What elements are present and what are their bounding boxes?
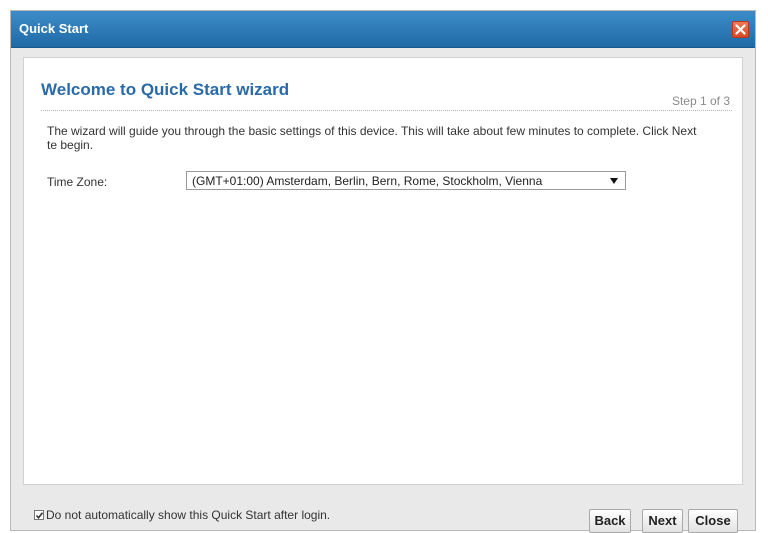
back-button[interactable]: Back <box>589 509 631 533</box>
wizard-heading: Welcome to Quick Start wizard <box>41 80 290 99</box>
quick-start-dialog: Quick Start Welcome to Quick Start wizar… <box>10 10 756 533</box>
title-bar: Quick Start <box>11 11 755 48</box>
auto-show-option[interactable]: Do not automatically show this Quick Sta… <box>34 508 330 522</box>
time-zone-value: (GMT+01:00) Amsterdam, Berlin, Bern, Rom… <box>192 174 543 188</box>
triangle-down-icon <box>610 178 618 184</box>
checkmark-icon <box>35 512 44 520</box>
next-button[interactable]: Next <box>642 509 683 533</box>
auto-show-checkbox[interactable] <box>34 510 44 520</box>
auto-show-label: Do not automatically show this Quick Sta… <box>46 508 331 522</box>
close-button[interactable]: Close <box>688 509 738 533</box>
wizard-panel: Welcome to Quick Start wizard Step 1 of … <box>23 57 743 485</box>
divider <box>41 110 732 111</box>
time-zone-select[interactable]: (GMT+01:00) Amsterdam, Berlin, Bern, Rom… <box>186 171 626 190</box>
time-zone-label: Time Zone: <box>47 175 108 189</box>
close-icon[interactable] <box>732 21 749 38</box>
window-title: Quick Start <box>19 21 89 36</box>
step-indicator: Step 1 of 3 <box>671 94 730 108</box>
wizard-description: The wizard will guide you through the ba… <box>47 124 697 152</box>
